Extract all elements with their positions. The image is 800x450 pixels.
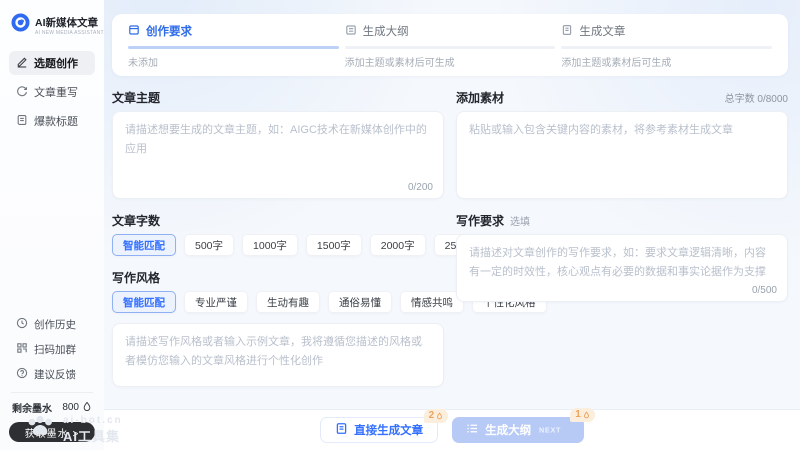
style-chip-vivid[interactable]: 生动有趣: [256, 291, 320, 313]
list-icon: [466, 422, 479, 438]
style-options: 智能匹配 专业严谨 生动有趣 通俗易懂 情感共鸣 个性化风格: [112, 291, 444, 313]
sidebar-bottom: 创作历史 扫码加群 建议反馈 剩余墨水 800 获取墨水 >: [9, 313, 95, 442]
step-status: 未添加: [128, 54, 339, 69]
refresh-icon: [16, 85, 28, 100]
requirement-optional-tag: 选填: [510, 213, 530, 228]
sidebar-item-history[interactable]: 创作历史: [9, 313, 95, 335]
step-label: 生成大纲: [363, 23, 409, 39]
sidebar-item-label: 创作历史: [34, 317, 76, 332]
form-left-column: 文章主题 0/200 文章字数 智能匹配 500字 1000字 1500字 20…: [112, 89, 444, 387]
qr-code-icon: [16, 342, 28, 357]
step-generate-article[interactable]: 生成文章 添加主题或素材后可生成: [561, 23, 772, 69]
document-icon: [335, 422, 348, 438]
get-ink-button[interactable]: 获取墨水 >: [9, 422, 95, 442]
app-logo-block: AI新媒体文章 AI NEW MEDIA ASSISTANT: [9, 13, 95, 37]
sidebar-item-label: 建议反馈: [34, 367, 76, 382]
requirement-counter: 0/500: [752, 285, 777, 296]
generate-article-button[interactable]: 直接生成文章 2: [320, 417, 438, 443]
app-window: AI新媒体文章 AI NEW MEDIA ASSISTANT 选题创作 文章重写…: [0, 0, 800, 450]
style-chip-smart[interactable]: 智能匹配: [112, 291, 176, 313]
remaining-ink-value: 800: [62, 402, 79, 413]
topic-label: 文章主题: [112, 89, 160, 106]
topic-input[interactable]: [113, 112, 443, 198]
requirement-textarea-wrap: 0/500: [456, 234, 788, 302]
word-count-options: 智能匹配 500字 1000字 1500字 2000字 2500字以上: [112, 234, 444, 256]
sidebar-item-topic-creation[interactable]: 选题创作: [9, 51, 95, 75]
word-count-chip-1000[interactable]: 1000字: [242, 234, 298, 256]
sidebar: AI新媒体文章 AI NEW MEDIA ASSISTANT 选题创作 文章重写…: [0, 0, 104, 450]
sidebar-item-feedback[interactable]: 建议反馈: [9, 363, 95, 385]
word-count-chip-500[interactable]: 500字: [184, 234, 234, 256]
sidebar-item-article-rewrite[interactable]: 文章重写: [9, 80, 95, 104]
form-right-column: 添加素材 总字数 0/8000 写作要求 选填 0/500: [456, 89, 788, 387]
requirement-input[interactable]: [457, 235, 787, 301]
generate-outline-cost-badge: 1: [570, 408, 595, 422]
style-chip-emotional[interactable]: 情感共鸣: [400, 291, 464, 313]
remaining-ink-row: 剩余墨水 800: [9, 400, 95, 415]
stepper: 创作要求 未添加 生成大纲 添加主题或素材后可生成 生成文章 添加主: [112, 14, 788, 76]
sidebar-item-label: 爆款标题: [34, 113, 78, 129]
sidebar-item-label: 扫码加群: [34, 342, 76, 357]
word-count-chip-smart[interactable]: 智能匹配: [112, 234, 176, 256]
sidebar-item-label: 文章重写: [34, 84, 78, 100]
step-progress-line: [345, 46, 556, 49]
main-content: 创作要求 未添加 生成大纲 添加主题或素材后可生成 生成文章 添加主: [104, 0, 800, 450]
style-textarea-wrap: [112, 323, 444, 387]
generate-outline-button[interactable]: 生成大纲 NEXT 1: [452, 417, 584, 443]
next-tag: NEXT: [539, 426, 561, 434]
generate-outline-label: 生成大纲: [485, 422, 531, 438]
style-input[interactable]: [113, 324, 443, 386]
ink-drop-icon: [82, 401, 92, 415]
step-label: 生成文章: [579, 23, 625, 39]
remaining-ink-label: 剩余墨水: [12, 400, 52, 415]
requirement-label: 写作要求: [456, 212, 504, 229]
clock-icon: [16, 317, 28, 332]
step-status: 添加主题或素材后可生成: [345, 54, 556, 69]
style-chip-professional[interactable]: 专业严谨: [184, 291, 248, 313]
material-total-value: 0/8000: [757, 94, 788, 105]
material-total-counter: 总字数 0/8000: [725, 90, 788, 105]
sidebar-item-hot-title[interactable]: 爆款标题: [9, 109, 95, 133]
document-icon: [16, 114, 28, 129]
topic-textarea-wrap: 0/200: [112, 111, 444, 199]
cost-value: 1: [575, 409, 581, 421]
step3-article-icon: [561, 24, 573, 39]
pen-icon: [16, 56, 28, 71]
question-icon: [16, 367, 28, 382]
material-textarea-wrap: [456, 111, 788, 199]
cost-value: 2: [429, 410, 435, 422]
style-chip-accessible[interactable]: 通俗易懂: [328, 291, 392, 313]
step2-outline-icon: [345, 24, 357, 39]
generate-article-cost-badge: 2: [424, 409, 449, 423]
footer-action-bar: 直接生成文章 2 生成大纲 NEXT 1: [104, 410, 800, 450]
step-status: 添加主题或素材后可生成: [561, 54, 772, 69]
material-label: 添加素材: [456, 89, 504, 106]
app-title: AI新媒体文章: [35, 15, 173, 30]
app-logo-icon: [11, 13, 30, 37]
step-progress-line: [561, 46, 772, 49]
word-count-label: 文章字数: [112, 212, 160, 229]
step-generate-outline[interactable]: 生成大纲 添加主题或素材后可生成: [345, 23, 556, 69]
creation-form: 文章主题 0/200 文章字数 智能匹配 500字 1000字 1500字 20…: [112, 89, 788, 387]
topic-counter: 0/200: [408, 182, 433, 193]
sidebar-item-label: 选题创作: [34, 55, 78, 71]
generate-article-label: 直接生成文章: [354, 422, 423, 438]
step-progress-line: [128, 46, 339, 49]
material-total-label: 总字数: [725, 94, 755, 105]
style-label: 写作风格: [112, 269, 160, 286]
material-input[interactable]: [457, 112, 787, 198]
app-subtitle: AI NEW MEDIA ASSISTANT: [35, 30, 104, 33]
sidebar-nav: 选题创作 文章重写 爆款标题: [9, 51, 95, 138]
sidebar-divider: [11, 392, 93, 393]
sidebar-item-qr-group[interactable]: 扫码加群: [9, 338, 95, 360]
word-count-chip-2000[interactable]: 2000字: [370, 234, 426, 256]
word-count-chip-1500[interactable]: 1500字: [306, 234, 362, 256]
